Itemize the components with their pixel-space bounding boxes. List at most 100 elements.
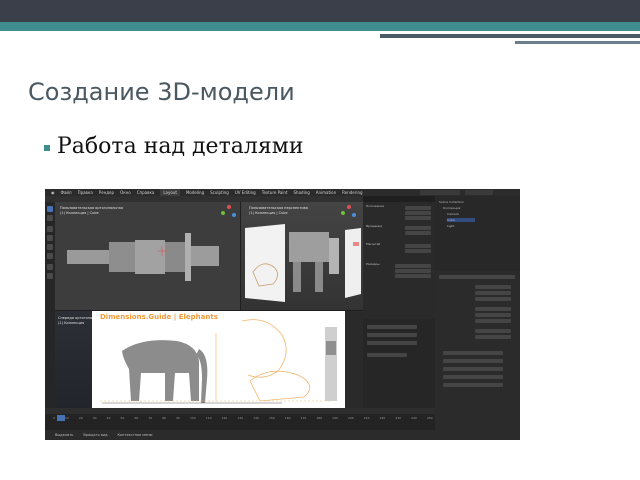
timeline-frame-label: 0 [53, 416, 55, 420]
panel-row[interactable] [443, 359, 503, 363]
outliner-item-scene-collection[interactable]: Scene Collection [439, 200, 464, 204]
location-z-field[interactable] [405, 216, 431, 220]
navigation-gizmo[interactable] [341, 205, 357, 221]
timeline-frame-label: 50 [120, 416, 125, 420]
gizmo-axis-x[interactable] [227, 205, 231, 209]
timeline-frame-label: 110 [205, 416, 212, 420]
prop-field[interactable] [475, 307, 511, 311]
timeline-frame-label: 20 [78, 416, 83, 420]
panel-row[interactable] [443, 367, 503, 371]
tool-shelf [45, 202, 55, 430]
menu-file[interactable]: Файл [61, 189, 72, 196]
rotate-icon[interactable] [47, 235, 53, 241]
transform-icon[interactable] [47, 253, 53, 259]
panel-row[interactable] [367, 341, 417, 345]
timeline-frame-label: 160 [284, 416, 291, 420]
timeline[interactable]: 0 10 20 30 40 50 60 70 80 90 100 110 120 130 140 150 160… [45, 408, 435, 430]
gizmo-axis-y[interactable] [221, 211, 225, 215]
gizmo-axis-y[interactable] [341, 211, 345, 215]
status-context-menu: Контекстное меню [117, 433, 153, 437]
panel-row[interactable] [443, 383, 503, 387]
timeline-frame-label: 130 [237, 416, 244, 420]
tab-rendering[interactable]: Rendering [342, 189, 362, 196]
prop-field[interactable] [475, 285, 511, 289]
panel-row[interactable] [367, 353, 407, 357]
gizmo-axis-z[interactable] [232, 213, 236, 217]
timeline-frame-label: 40 [106, 416, 111, 420]
prop-field[interactable] [475, 313, 511, 317]
prop-field[interactable] [475, 319, 511, 323]
panel-row[interactable] [443, 351, 503, 355]
select-box-icon[interactable] [47, 206, 53, 212]
bullet-text: Работа над деталями [57, 134, 304, 159]
viewport-perspective[interactable]: Пользовательская перспектива (1) Коллекц… [241, 202, 363, 310]
tab-animation[interactable]: Animation [316, 189, 336, 196]
move-icon[interactable] [47, 226, 53, 232]
panel-row[interactable] [367, 325, 417, 329]
prop-field[interactable] [475, 291, 511, 295]
timeline-frame-label: 10 [64, 416, 69, 420]
tab-modeling[interactable]: Modeling [186, 189, 204, 196]
panel-row[interactable] [443, 375, 503, 379]
dimensions-z-field[interactable] [395, 274, 431, 278]
rotation-y-field[interactable] [405, 231, 431, 235]
timeline-frame-label: 170 [300, 416, 307, 420]
blender-logo-icon[interactable]: ◉ [51, 189, 55, 196]
dimensions-x-field[interactable] [395, 264, 431, 268]
tab-sculpting[interactable]: Sculpting [210, 189, 229, 196]
timeline-frame-label: 80 [162, 416, 167, 420]
prop-rotation-label: Вращение [366, 224, 383, 228]
timeline-frame-label: 180 [316, 416, 323, 420]
annotate-icon[interactable] [47, 264, 53, 270]
timeline-header [45, 408, 435, 414]
outliner-item-cube[interactable]: Cube [447, 218, 475, 222]
rotation-x-field[interactable] [405, 226, 431, 230]
cursor-icon[interactable] [47, 215, 53, 221]
bullet-item: Работа над деталями [44, 134, 304, 159]
view-layer-selector[interactable]: ViewLayer [465, 190, 493, 206]
tab-uv-editing[interactable]: UV Editing [235, 189, 256, 196]
object-name-field[interactable] [439, 275, 515, 279]
measure-icon[interactable] [47, 273, 53, 279]
timeline-frame-label: 230 [395, 416, 402, 420]
timeline-frame-label: 70 [148, 416, 153, 420]
prop-field[interactable] [475, 329, 511, 333]
menu-help[interactable]: Справка [137, 189, 155, 196]
timeline-frame-label: 140 [253, 416, 259, 420]
elephant-side-mesh [67, 233, 219, 281]
prop-field[interactable] [475, 297, 511, 301]
timeline-ruler: 0 10 20 30 40 50 60 70 80 90 100 110 120 130 140 150 160… [53, 416, 433, 421]
location-x-field[interactable] [405, 206, 431, 210]
tab-layout[interactable]: Layout [160, 189, 180, 196]
menu-window[interactable]: Окно [120, 189, 131, 196]
outliner-item-collection[interactable]: Коллекция [443, 206, 460, 210]
dimensions-y-field[interactable] [395, 269, 431, 273]
panel-row[interactable] [367, 333, 417, 337]
gizmo-axis-z[interactable] [352, 213, 356, 217]
outliner-item-light[interactable]: Light [447, 224, 455, 228]
gizmo-axis-x[interactable] [347, 205, 351, 209]
tab-texture-paint[interactable]: Texture Paint [262, 189, 288, 196]
timeline-frame-label: 60 [134, 416, 139, 420]
tab-shading[interactable]: Shading [294, 189, 310, 196]
slide-title: Создание 3D-модели [28, 78, 295, 106]
outliner-item-camera[interactable]: Camera [447, 212, 459, 216]
status-bar: Выделить Вращать вид Контекстное меню [45, 430, 520, 440]
reference-image: Dimensions.Guide | Elephants [92, 311, 345, 408]
header-band-dark [0, 0, 640, 22]
menu-edit[interactable]: Правка [78, 189, 93, 196]
scene-selector[interactable]: Scene [420, 190, 460, 206]
scale-y-field[interactable] [405, 249, 431, 253]
prop-field[interactable] [475, 335, 511, 339]
status-select: Выделить [55, 433, 74, 437]
location-y-field[interactable] [405, 211, 431, 215]
scale-icon[interactable] [47, 244, 53, 250]
scale-x-field[interactable] [405, 244, 431, 248]
navigation-gizmo[interactable] [221, 205, 237, 221]
blender-screenshot: ◉ Файл Правка Рендер Окно Справка Layout… [45, 189, 520, 440]
prop-location-label: Положение [366, 204, 385, 208]
viewport-ortho[interactable]: Пользовательская ортогональная (1) Колле… [55, 202, 240, 310]
header-line-short [515, 41, 640, 44]
menu-render[interactable]: Рендер [99, 189, 114, 196]
timeline-frame-label: 190 [332, 416, 338, 420]
